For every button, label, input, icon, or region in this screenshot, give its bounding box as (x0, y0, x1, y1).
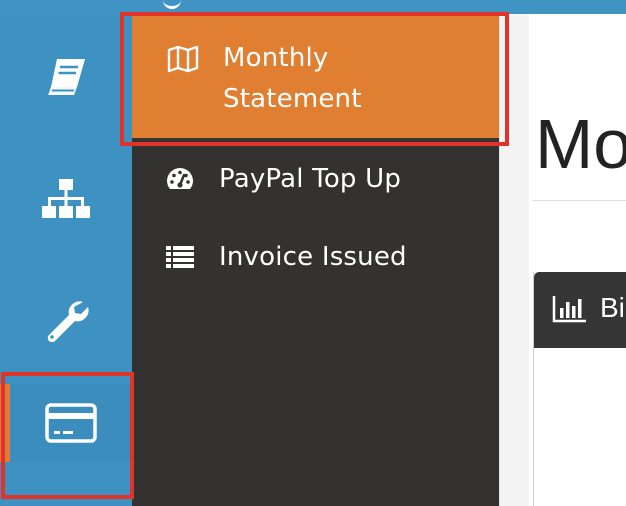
logo-fragment (163, 0, 181, 9)
panel-title: Bi (600, 292, 625, 323)
billing-submenu: Monthly Statement PayPal Top Up Invoice … (132, 14, 499, 506)
rail-item-sitemap[interactable] (0, 160, 132, 238)
credit-card-icon (45, 403, 97, 443)
list-icon (165, 244, 195, 270)
rail-item-billing[interactable] (0, 384, 132, 462)
dashboard-icon (164, 164, 196, 194)
rail-item-book[interactable] (0, 38, 132, 116)
active-accent (0, 384, 10, 462)
main-content: Mo Bi (499, 14, 626, 506)
content-gutter (499, 14, 529, 506)
submenu-label-line1: Monthly (223, 43, 329, 73)
submenu-item-paypal-top-up[interactable]: PayPal Top Up (132, 156, 499, 202)
submenu-label: PayPal Top Up (219, 164, 402, 194)
top-bar (0, 0, 626, 14)
sitemap-icon (41, 177, 91, 221)
submenu-label: Invoice Issued (219, 242, 407, 272)
map-icon (166, 44, 200, 74)
page-title: Mo (535, 105, 626, 183)
submenu-item-invoice-issued[interactable]: Invoice Issued (132, 234, 499, 280)
book-icon (43, 55, 89, 99)
sidebar-rail (0, 14, 132, 506)
panel-header: Bi (534, 272, 626, 348)
submenu-item-monthly-statement[interactable]: Monthly Statement (132, 14, 499, 141)
billing-panel: Bi (533, 272, 626, 506)
wrench-icon (43, 296, 89, 342)
rail-item-wrench[interactable] (0, 280, 132, 358)
submenu-label-line2: Statement (223, 84, 362, 114)
title-divider (532, 200, 626, 201)
bar-chart-icon (552, 294, 588, 328)
